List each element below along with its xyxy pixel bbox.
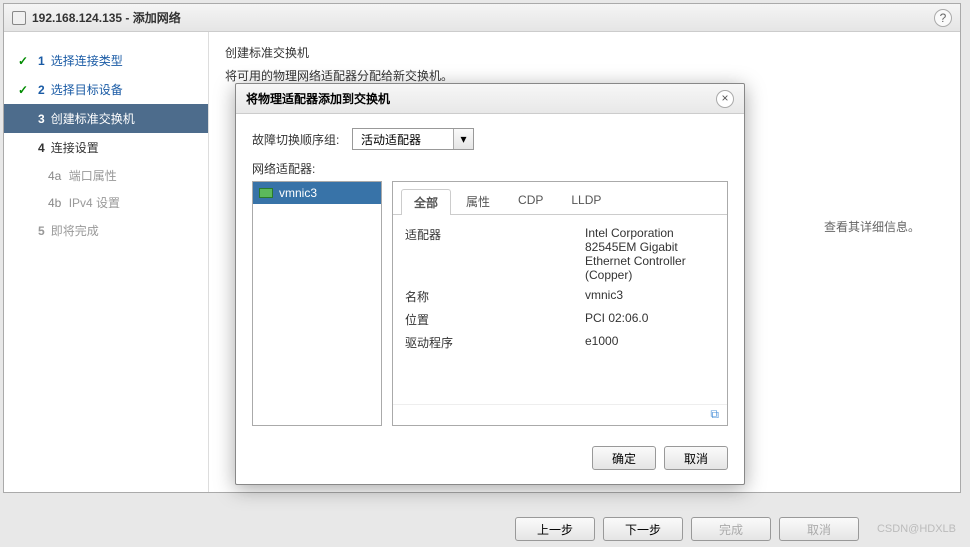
titlebar: 192.168.124.135 - 添加网络 ? xyxy=(4,4,960,32)
adapter-list[interactable]: vmnic3 xyxy=(252,181,382,426)
close-button[interactable]: × xyxy=(716,90,734,108)
tab-props[interactable]: 属性 xyxy=(453,188,503,214)
detail-tabs: 全部 属性 CDP LLDP xyxy=(393,182,727,215)
step-4[interactable]: 4 连接设置 xyxy=(4,133,208,162)
select-value: 活动适配器 xyxy=(353,131,453,148)
main-title: 创建标准交换机 xyxy=(225,44,944,61)
nic-item[interactable]: vmnic3 xyxy=(253,182,381,204)
failover-label: 故障切换顺序组: xyxy=(252,131,352,148)
step-label: 选择连接类型 xyxy=(51,52,123,69)
failover-select[interactable]: 活动适配器 ▾ xyxy=(352,128,474,150)
step-3[interactable]: 3 创建标准交换机 xyxy=(4,104,208,133)
host-icon xyxy=(12,11,26,25)
step-num: 5 xyxy=(38,224,45,238)
dialog-footer: 确定 取消 xyxy=(236,436,744,484)
step-1[interactable]: ✓ 1 选择连接类型 xyxy=(4,46,208,75)
step-label: 即将完成 xyxy=(51,222,99,239)
cancel-button[interactable]: 取消 xyxy=(664,446,728,470)
step-num: 2 xyxy=(38,83,45,97)
wizard-footer: 上一步 下一步 完成 取消 CSDN@HDXLB xyxy=(515,517,956,541)
prop-label: 名称 xyxy=(405,288,585,305)
prop-value: PCI 02:06.0 xyxy=(585,311,648,328)
nic-icon xyxy=(259,188,273,198)
prop-label: 驱动程序 xyxy=(405,334,585,351)
back-button[interactable]: 上一步 xyxy=(515,517,595,541)
substep-label: 端口属性 xyxy=(69,169,117,183)
prop-value: Intel Corporation 82545EM Gigabit Ethern… xyxy=(585,226,695,282)
substep-label: IPv4 设置 xyxy=(69,196,120,210)
step-num: 4 xyxy=(38,141,45,155)
dialog-titlebar: 将物理适配器添加到交换机 × xyxy=(236,84,744,114)
tab-content[interactable]: 适配器 Intel Corporation 82545EM Gigabit Et… xyxy=(393,215,727,404)
check-icon: ✓ xyxy=(18,54,32,68)
window-title: 192.168.124.135 - 添加网络 xyxy=(32,9,934,26)
adapter-panes: vmnic3 全部 属性 CDP LLDP 适配器 Intel Corporat… xyxy=(252,181,728,426)
step-num: 3 xyxy=(38,112,45,126)
finish-button: 完成 xyxy=(691,517,771,541)
detail-hint: 查看其详细信息。 xyxy=(824,218,920,235)
title-suffix: - 添加网络 xyxy=(122,11,181,25)
adapter-details: 全部 属性 CDP LLDP 适配器 Intel Corporation 825… xyxy=(392,181,728,426)
prop-label: 适配器 xyxy=(405,226,585,282)
copy-icon[interactable]: ⧉ xyxy=(703,407,719,423)
help-button[interactable]: ? xyxy=(934,9,952,27)
prop-value: e1000 xyxy=(585,334,618,351)
step-label: 连接设置 xyxy=(51,139,99,156)
next-button[interactable]: 下一步 xyxy=(603,517,683,541)
tab-all[interactable]: 全部 xyxy=(401,189,451,215)
step-5[interactable]: 5 即将完成 xyxy=(4,216,208,245)
copy-bar: ⧉ xyxy=(393,404,727,425)
prop-location: 位置 PCI 02:06.0 xyxy=(405,308,723,331)
dialog-title: 将物理适配器添加到交换机 xyxy=(246,90,716,107)
chevron-down-icon[interactable]: ▾ xyxy=(453,129,473,149)
substep-num: 4b xyxy=(48,196,61,210)
footer-cancel-button: 取消 xyxy=(779,517,859,541)
prop-label: 位置 xyxy=(405,311,585,328)
main-subtitle: 将可用的物理网络适配器分配给新交换机。 xyxy=(225,67,944,84)
prop-adapter: 适配器 Intel Corporation 82545EM Gigabit Et… xyxy=(405,223,723,285)
substep-4a[interactable]: 4a 端口属性 xyxy=(4,162,208,189)
steps-sidebar: ✓ 1 选择连接类型 ✓ 2 选择目标设备 3 创建标准交换机 4 连接设置 4… xyxy=(4,32,209,492)
dialog-body: 故障切换顺序组: 活动适配器 ▾ 网络适配器: vmnic3 全部 属性 CDP… xyxy=(236,114,744,436)
watermark: CSDN@HDXLB xyxy=(877,523,956,535)
prop-driver: 驱动程序 e1000 xyxy=(405,331,723,354)
step-num: 1 xyxy=(38,54,45,68)
substep-4b[interactable]: 4b IPv4 设置 xyxy=(4,189,208,216)
host-ip: 192.168.124.135 xyxy=(32,11,122,25)
step-label: 创建标准交换机 xyxy=(51,110,135,127)
step-label: 选择目标设备 xyxy=(51,81,123,98)
ok-button[interactable]: 确定 xyxy=(592,446,656,470)
prop-value: vmnic3 xyxy=(585,288,623,305)
tab-lldp[interactable]: LLDP xyxy=(558,188,614,214)
adapter-label: 网络适配器: xyxy=(252,160,352,177)
step-2[interactable]: ✓ 2 选择目标设备 xyxy=(4,75,208,104)
failover-row: 故障切换顺序组: 活动适配器 ▾ xyxy=(252,128,728,150)
check-icon: ✓ xyxy=(18,83,32,97)
add-adapter-dialog: 将物理适配器添加到交换机 × 故障切换顺序组: 活动适配器 ▾ 网络适配器: v… xyxy=(235,83,745,485)
tab-cdp[interactable]: CDP xyxy=(505,188,556,214)
nic-name: vmnic3 xyxy=(279,186,317,200)
prop-name: 名称 vmnic3 xyxy=(405,285,723,308)
substep-num: 4a xyxy=(48,169,61,183)
